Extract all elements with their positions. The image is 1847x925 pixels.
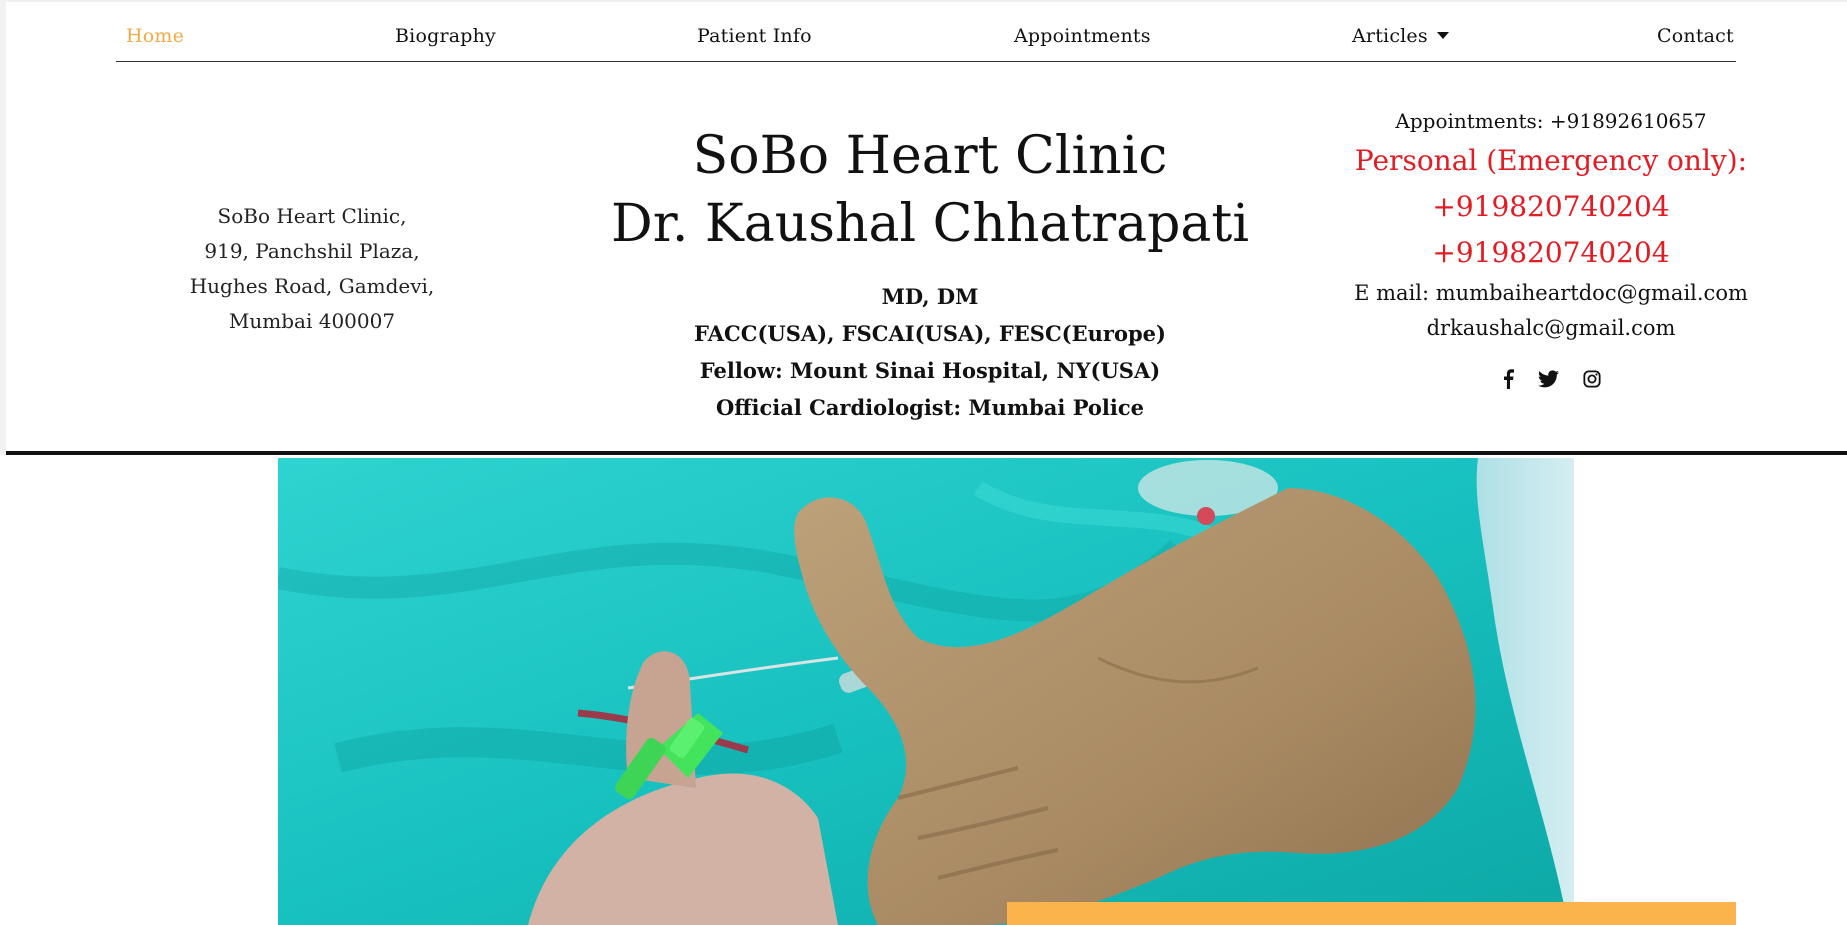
twitter-icon[interactable] <box>1537 370 1559 388</box>
address-line: Mumbai 400007 <box>228 309 396 333</box>
nav-articles-label: Articles <box>1352 25 1428 47</box>
contact-info: Appointments: +91892610657 Personal (Eme… <box>1334 104 1768 392</box>
qualification-line: MD, DM <box>881 284 979 309</box>
qualifications: MD, DM FACC(USA), FSCAI(USA), FESC(Europ… <box>566 278 1294 426</box>
email-secondary[interactable]: drkaushalc@gmail.com <box>1334 311 1768 346</box>
appointments-phone[interactable]: Appointments: +91892610657 <box>1334 104 1768 138</box>
nav-biography[interactable]: Biography <box>395 25 496 47</box>
main-nav: Home Biography Patient Info Appointments… <box>116 0 1736 62</box>
nav-appointments[interactable]: Appointments <box>1014 25 1151 47</box>
clinic-header: SoBo Heart Clinic, 919, Panchshil Plaza,… <box>6 62 1847 455</box>
hero-image <box>278 458 1574 925</box>
nav-articles-dropdown[interactable]: Articles <box>1352 25 1449 47</box>
clinic-identity: SoBo Heart Clinic Dr. Kaushal Chhatrapat… <box>566 122 1294 426</box>
nav-contact[interactable]: Contact <box>1657 25 1734 47</box>
hero-caption-bar <box>1007 902 1736 925</box>
emergency-phone[interactable]: +919820740204 <box>1334 230 1768 276</box>
clinic-name: SoBo Heart Clinic <box>692 126 1168 186</box>
nav-patient-info[interactable]: Patient Info <box>697 25 812 47</box>
address-line: Hughes Road, Gamdevi, <box>189 274 435 298</box>
emergency-label: Personal (Emergency only): <box>1354 144 1748 177</box>
clinic-address: SoBo Heart Clinic, 919, Panchshil Plaza,… <box>162 199 462 339</box>
qualification-line: FACC(USA), FSCAI(USA), FESC(Europe) <box>694 321 1166 346</box>
email-primary[interactable]: E mail: mumbaiheartdoc@gmail.com <box>1334 276 1768 311</box>
nav-home[interactable]: Home <box>126 25 184 47</box>
facebook-icon[interactable] <box>1502 369 1514 389</box>
instagram-icon[interactable] <box>1582 370 1601 388</box>
caret-down-icon <box>1436 32 1449 39</box>
doctor-name: Dr. Kaushal Chhatrapati <box>611 194 1249 254</box>
qualification-line: Fellow: Mount Sinai Hospital, NY(USA) <box>699 358 1161 383</box>
address-line: 919, Panchshil Plaza, <box>204 239 420 263</box>
address-line: SoBo Heart Clinic, <box>217 204 407 228</box>
emergency-phone[interactable]: +919820740204 <box>1334 184 1768 230</box>
qualification-line: Official Cardiologist: Mumbai Police <box>715 395 1145 420</box>
social-links <box>1334 366 1768 392</box>
cath-lab-photo <box>278 458 1574 925</box>
